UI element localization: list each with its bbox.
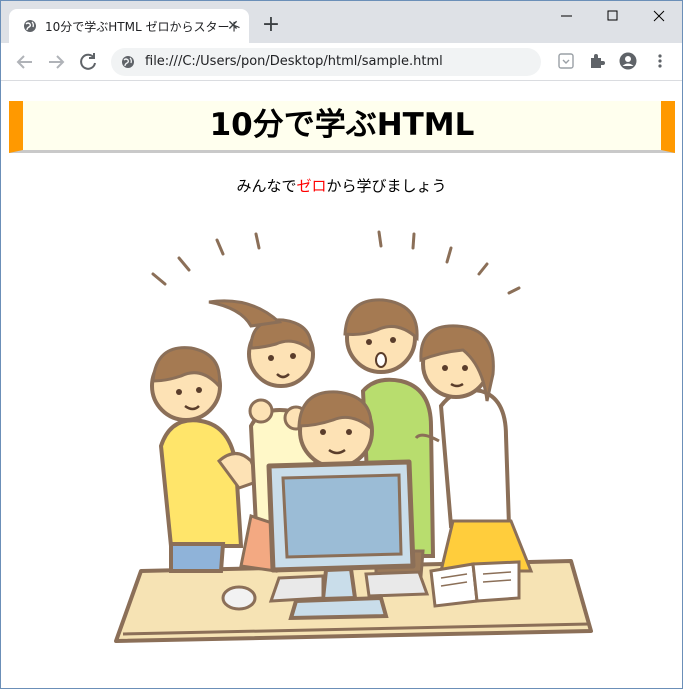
browser-toolbar: file:///C:/Users/pon/Desktop/html/sample… (1, 43, 682, 81)
profile-avatar-icon[interactable] (619, 52, 637, 70)
puzzle-extensions-icon[interactable] (588, 52, 606, 70)
url-text: file:///C:/Users/pon/Desktop/html/sample… (145, 54, 443, 69)
subtitle-text-before: みんなで (236, 177, 297, 195)
browser-tab[interactable]: 10分で学ぶHTML ゼロからスタート ✕ (9, 9, 249, 43)
maximize-button[interactable] (590, 1, 636, 31)
kids-computer-illustration (114, 230, 593, 643)
browser-window: 10分で学ぶHTML ゼロからスタート ✕ + file:///C:/Users… (0, 0, 683, 689)
tab-strip: 10分で学ぶHTML ゼロからスタート ✕ + (1, 1, 682, 43)
pocket-extension-icon[interactable] (557, 52, 575, 70)
tab-title: 10分で学ぶHTML ゼロからスタート (45, 20, 242, 34)
back-button[interactable] (13, 50, 37, 74)
subtitle-highlight: ゼロ (296, 177, 327, 195)
page-heading: 10分で学ぶHTML (209, 107, 475, 143)
page-content: 10分で学ぶHTML みんなでゼロから学びましょう (1, 81, 682, 688)
heading-banner: 10分で学ぶHTML (9, 101, 675, 153)
close-icon (653, 10, 665, 22)
globe-icon (24, 20, 36, 32)
subtitle: みんなでゼロから学びましょう (1, 175, 682, 196)
address-bar[interactable]: file:///C:/Users/pon/Desktop/html/sample… (111, 48, 541, 76)
close-window-button[interactable] (636, 1, 682, 31)
globe-icon (122, 56, 134, 68)
close-tab-icon[interactable]: ✕ (225, 18, 241, 34)
menu-kebab-icon[interactable] (651, 52, 669, 70)
back-arrow-icon (16, 55, 32, 69)
reload-icon (80, 53, 96, 70)
minimize-button[interactable] (544, 1, 590, 31)
subtitle-text-after: から学びましょう (326, 177, 447, 195)
new-tab-button[interactable]: + (259, 14, 283, 38)
minimize-icon (561, 15, 572, 17)
maximize-icon (607, 10, 618, 21)
reload-button[interactable] (76, 50, 100, 74)
forward-button[interactable] (44, 50, 68, 74)
forward-arrow-icon (49, 55, 65, 69)
